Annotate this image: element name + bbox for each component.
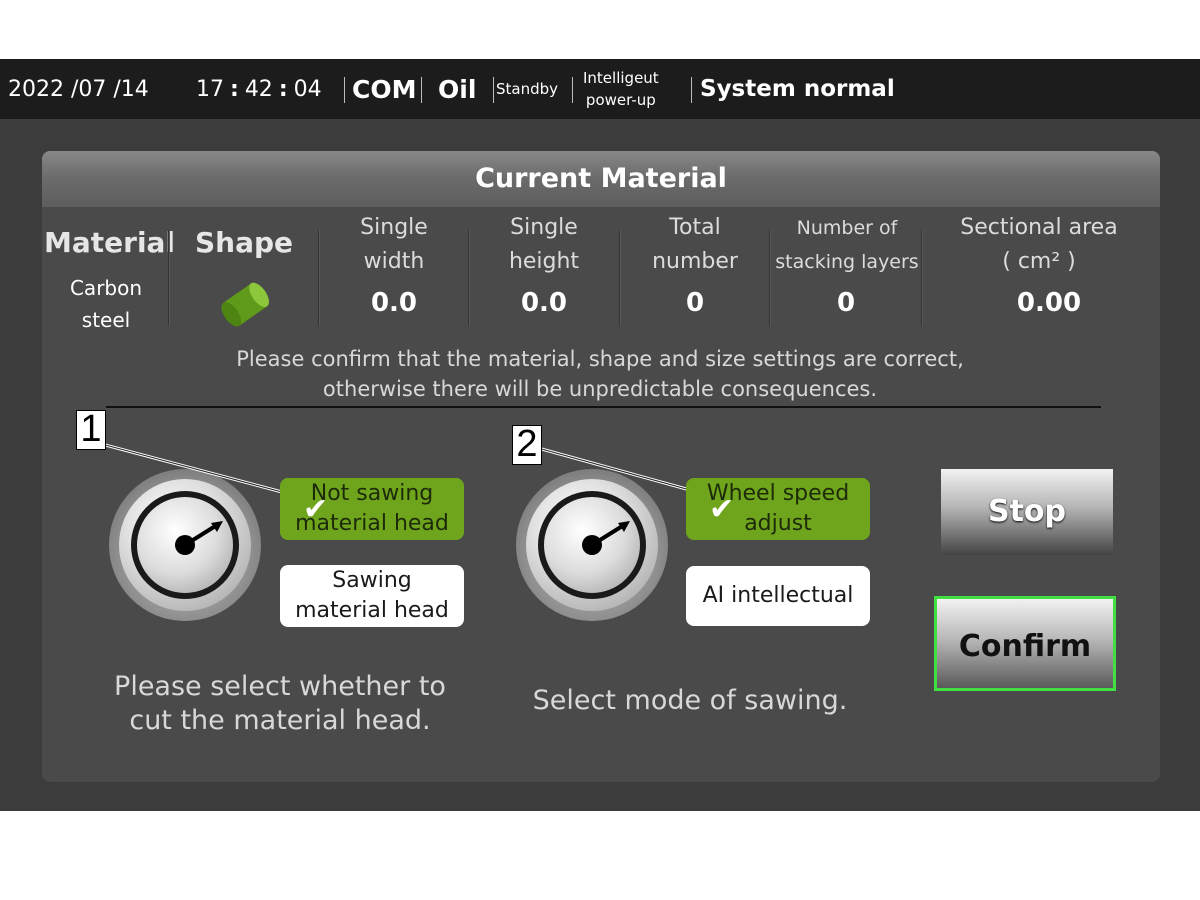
stacking-layers-value: 0 bbox=[836, 288, 856, 318]
single-height-label-line1: Single bbox=[510, 215, 578, 240]
status-divider bbox=[493, 77, 494, 103]
check-icon: ✔ bbox=[709, 492, 735, 527]
ai-intellectual-option[interactable]: AI intellectual bbox=[686, 566, 870, 626]
option-label-line1: Not sawing bbox=[310, 481, 434, 506]
single-height-label: Single height bbox=[470, 211, 618, 279]
single-width-label: Single width bbox=[320, 211, 468, 279]
head-caption-line2: cut the material head. bbox=[129, 705, 431, 736]
shape-label: Shape bbox=[194, 226, 294, 259]
status-divider bbox=[572, 77, 573, 103]
single-height-label-line2: height bbox=[508, 249, 580, 274]
status-time: 17:42:04 bbox=[196, 76, 322, 102]
time-second: 04 bbox=[293, 76, 322, 102]
column-divider bbox=[318, 230, 319, 326]
time-minute: 42 bbox=[244, 76, 273, 102]
single-width-label-line2: width bbox=[363, 249, 425, 274]
single-width-value: 0.0 bbox=[370, 288, 418, 318]
single-width-label-line1: Single bbox=[360, 215, 428, 240]
option-label-line2: adjust bbox=[744, 511, 812, 536]
sectional-area-label-line2: ( cm² ) bbox=[1002, 249, 1076, 274]
total-number-label-line2: number bbox=[652, 249, 738, 274]
total-number-label-line1: Total bbox=[669, 215, 721, 240]
cylinder-shape-icon[interactable] bbox=[218, 278, 274, 330]
stacking-layers-label-line2: stacking layers bbox=[775, 251, 919, 273]
status-date: 2022 /07 /14 bbox=[8, 76, 149, 102]
material-value: Carbon steel bbox=[44, 272, 168, 336]
sectional-area-label-line1: Sectional area bbox=[960, 215, 1118, 240]
power-line1: Intelligeut bbox=[583, 69, 659, 87]
sawing-head-option[interactable]: Sawing material head bbox=[280, 565, 464, 627]
status-standby: Standby bbox=[496, 80, 559, 98]
settings-warning: Please confirm that the material, shape … bbox=[150, 344, 1050, 404]
confirm-button[interactable]: Confirm bbox=[934, 596, 1116, 691]
callout-2: 2 bbox=[512, 425, 542, 465]
column-divider bbox=[619, 230, 620, 326]
status-system: System normal bbox=[700, 76, 895, 102]
head-caption-line1: Please select whether to bbox=[114, 671, 446, 702]
stacking-layers-label-line1: Number of bbox=[796, 217, 898, 239]
column-divider bbox=[468, 230, 469, 326]
warning-line2: otherwise there will be unpredictable co… bbox=[322, 377, 878, 401]
time-hour: 17 bbox=[196, 76, 224, 102]
callout-1: 1 bbox=[76, 410, 106, 450]
callout-leader-2 bbox=[537, 446, 691, 492]
power-line2: power-up bbox=[585, 91, 656, 109]
column-divider bbox=[168, 230, 169, 326]
sectional-area-value: 0.00 bbox=[1016, 288, 1082, 318]
material-value-line2: steel bbox=[81, 308, 131, 332]
status-power-up: Intelligeut power-up bbox=[583, 59, 683, 119]
total-number-label: Total number bbox=[621, 211, 769, 279]
status-oil: Oil bbox=[438, 74, 477, 104]
warning-line1: Please confirm that the material, shape … bbox=[236, 347, 964, 371]
material-value-line1: Carbon bbox=[69, 276, 143, 300]
column-divider bbox=[921, 230, 922, 326]
status-divider bbox=[421, 77, 422, 103]
sectional-area-label: Sectional area ( cm² ) bbox=[930, 211, 1148, 279]
status-divider bbox=[344, 77, 345, 103]
option-label-line2: material head bbox=[295, 598, 449, 623]
head-caption: Please select whether to cut the materia… bbox=[60, 670, 500, 738]
material-label: Material bbox=[44, 226, 176, 259]
check-icon: ✔ bbox=[303, 492, 329, 527]
stacking-layers-label: Number of stacking layers bbox=[767, 211, 927, 279]
status-divider bbox=[691, 77, 692, 103]
status-bar: 2022 /07 /14 17:42:04 COM Oil Standby In… bbox=[0, 59, 1200, 119]
divider-line bbox=[106, 406, 1101, 408]
option-label-line1: Sawing bbox=[332, 568, 412, 593]
total-number-value: 0 bbox=[685, 288, 705, 318]
stop-button[interactable]: Stop bbox=[941, 469, 1113, 555]
single-height-value: 0.0 bbox=[520, 288, 568, 318]
callout-leader-1 bbox=[93, 440, 283, 494]
panel-title: Current Material bbox=[42, 151, 1160, 207]
mode-caption: Select mode of sawing. bbox=[532, 685, 848, 716]
status-com: COM bbox=[352, 74, 417, 104]
